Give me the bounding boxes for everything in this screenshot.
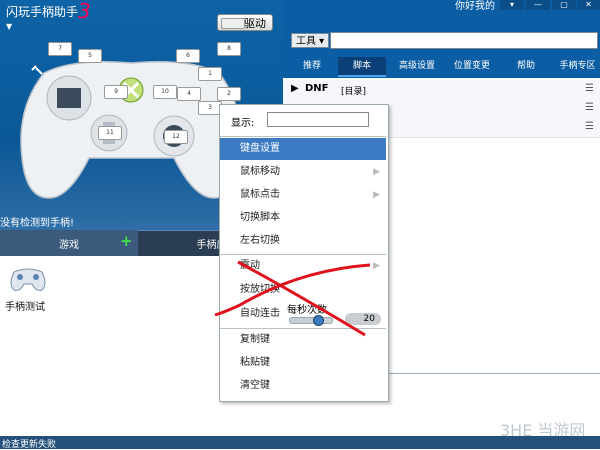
menu-item-vibration[interactable]: 震动 ▶ — [220, 255, 386, 277]
controller-button-4[interactable]: 4 — [177, 87, 201, 101]
submenu-arrow-icon: ▶ — [373, 167, 380, 177]
rate-label: 每秒次数 — [287, 305, 327, 316]
controller-button-10[interactable]: 10 — [153, 85, 177, 99]
user-label: 你好我的 — [455, 1, 495, 12]
tab-recommend[interactable]: 推荐 — [293, 57, 331, 75]
gamepad-icon[interactable] — [5, 264, 50, 297]
controller-button-11[interactable]: 11 — [98, 126, 122, 140]
list-menu-icon[interactable]: ☰ — [585, 121, 594, 132]
app-title: 闪玩手柄助手3 — [6, 0, 91, 23]
submenu-arrow-icon: ▶ — [373, 190, 380, 200]
list-menu-icon[interactable]: ☰ — [585, 102, 594, 113]
display-input[interactable] — [267, 112, 369, 127]
driver-label: 驱动 — [244, 16, 266, 30]
menu-item-keyboard-settings[interactable]: 键盘设置 — [220, 138, 386, 160]
controller-button-5[interactable]: 5 — [78, 49, 102, 63]
toggle-knob-icon — [221, 18, 245, 29]
submenu-arrow-icon: ▶ — [373, 261, 380, 271]
tab-scripts[interactable]: 脚本 — [338, 57, 386, 77]
menu-item-paste-key[interactable]: 粘贴键 — [220, 352, 386, 374]
maximize-icon[interactable]: ▢ — [552, 0, 576, 10]
menu-item-switch-script[interactable]: 切换脚本 — [220, 207, 386, 229]
script-tag: [目录] — [341, 87, 367, 97]
minimize-icon[interactable]: — — [526, 0, 550, 10]
logo-3-icon: 3 — [78, 0, 91, 23]
controller-button-8[interactable]: 8 — [217, 42, 241, 56]
dropdown-icon[interactable]: ▾ — [500, 0, 524, 10]
tab-games[interactable]: 游戏 — [0, 230, 138, 256]
menu-item-press-release-switch[interactable]: 按放切换 — [220, 279, 386, 301]
expand-arrow-icon[interactable]: ▶ — [291, 83, 299, 94]
add-game-icon[interactable]: + — [120, 232, 133, 250]
tab-position-change[interactable]: 位置变更 — [447, 57, 497, 75]
menu-item-left-right-switch[interactable]: 左右切换 — [220, 230, 386, 252]
list-menu-icon[interactable]: ☰ — [585, 83, 594, 94]
script-name: DNF — [305, 83, 329, 94]
menu-item-copy-key[interactable]: 复制键 — [220, 329, 386, 351]
rate-value-field[interactable]: 20 — [345, 313, 381, 325]
tab-advanced-settings[interactable]: 高级设置 — [392, 57, 442, 75]
controller-button-6[interactable]: 6 — [176, 49, 200, 63]
menu-divider — [220, 136, 386, 137]
status-bar — [0, 436, 600, 449]
controller-button-9[interactable]: 9 — [104, 85, 128, 99]
menu-item-mouse-click[interactable]: 鼠标点击 ▶ — [220, 184, 386, 206]
controller-button-1[interactable]: 1 — [198, 67, 222, 81]
controller-image — [20, 61, 242, 199]
controller-button-12[interactable]: 12 — [164, 130, 188, 144]
menu-arrow-icon[interactable]: ▼ — [6, 22, 12, 31]
close-icon[interactable]: ✕ — [577, 0, 600, 10]
tab-gamepad-zone[interactable]: 手柄专区 — [555, 57, 600, 75]
script-row[interactable]: ▶ DNF [目录] ☰ — [283, 80, 600, 100]
tab-help[interactable]: 帮助 — [508, 57, 544, 75]
controller-button-7[interactable]: 7 — [48, 42, 72, 56]
display-label: 显示: — [231, 118, 255, 129]
tool-input[interactable] — [330, 32, 598, 49]
menu-item-mouse-move[interactable]: 鼠标移动 ▶ — [220, 161, 386, 183]
driver-button[interactable]: 驱动 — [217, 14, 273, 31]
rate-slider-thumb[interactable] — [313, 315, 324, 326]
tool-dropdown[interactable]: 工具 ▾ — [291, 33, 329, 48]
game-label[interactable]: 手柄测试 — [5, 298, 45, 313]
controller-status-text: 没有检测到手柄! — [0, 218, 75, 229]
rate-slider[interactable] — [289, 317, 333, 324]
controller-button-2[interactable]: 2 — [217, 87, 241, 101]
menu-item-clear-key[interactable]: 清空键 — [220, 375, 386, 397]
update-status-text: 检查更新失败 — [2, 440, 57, 450]
